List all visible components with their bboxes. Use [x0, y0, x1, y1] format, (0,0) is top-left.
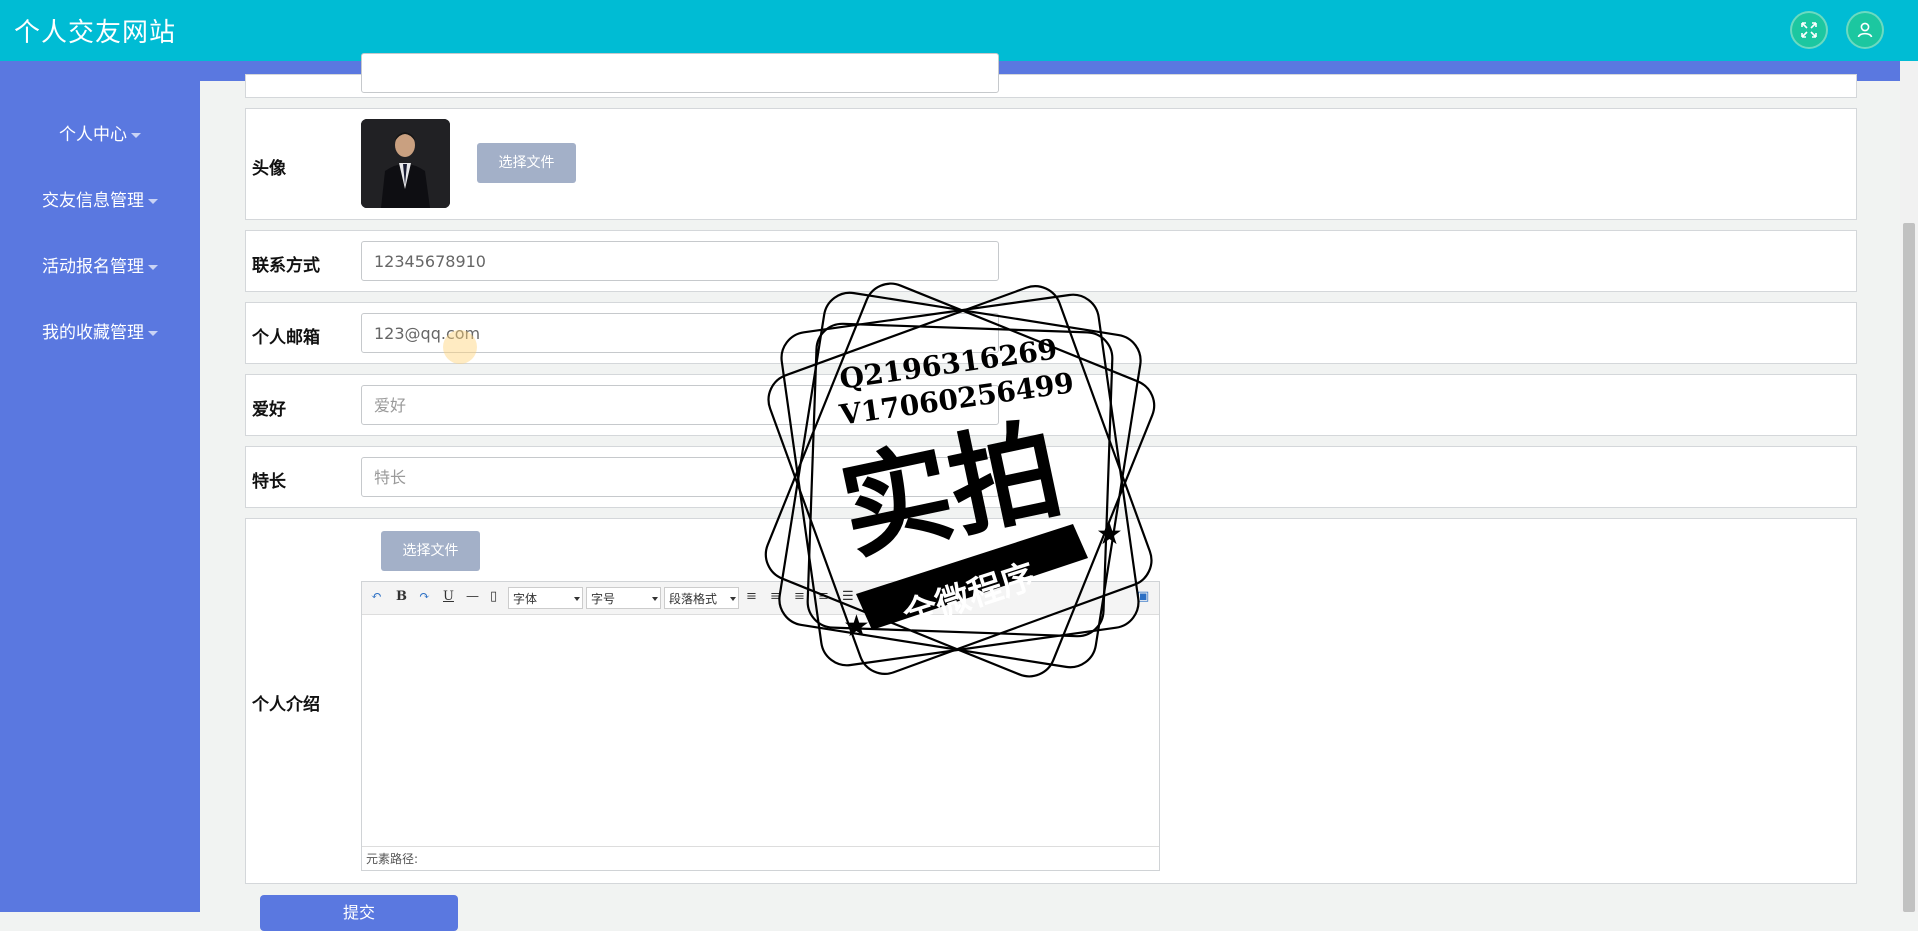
font-color-button[interactable]: A	[864, 589, 873, 604]
page-scrollbar[interactable]	[1900, 61, 1918, 912]
email-label: 个人邮箱	[252, 328, 320, 348]
specialty-label: 特长	[252, 472, 286, 492]
align-left-icon[interactable]: ≡	[746, 589, 757, 604]
paragraph-format-select[interactable]: 段落格式	[664, 587, 739, 609]
hobby-input[interactable]	[361, 385, 999, 425]
scrollbar-thumb[interactable]	[1903, 223, 1915, 912]
site-title: 个人交友网站	[14, 18, 177, 48]
form-row-avatar: 头像 选择文件	[245, 108, 1857, 220]
caret-down-icon	[148, 264, 158, 270]
list-icon[interactable]: ☰	[842, 589, 854, 604]
font-size-value: 字号	[591, 592, 616, 606]
font-family-value: 字体	[513, 592, 538, 606]
intro-label: 个人介绍	[252, 695, 320, 715]
paragraph-format-value: 段落格式	[669, 592, 718, 606]
sidebar-item-label: 活动报名管理	[42, 257, 144, 277]
editor-content-area[interactable]	[362, 615, 1159, 846]
fullscreen-editor-icon[interactable]: ▣	[1137, 589, 1149, 604]
redo-icon[interactable]: ↷	[419, 589, 430, 604]
form-row-hobby: 爱好	[245, 374, 1857, 436]
sidebar-item-event-signup[interactable]: 活动报名管理	[0, 252, 200, 277]
sidebar: 个人中心 交友信息管理 活动报名管理 我的收藏管理	[0, 61, 200, 912]
horizontal-rule-icon[interactable]: —	[466, 589, 479, 604]
specialty-input[interactable]	[361, 457, 999, 497]
sidebar-item-dating-info[interactable]: 交友信息管理	[0, 186, 200, 211]
editor-statusbar: 元素路径:	[362, 846, 1159, 870]
dropdown-arrow-icon	[730, 597, 736, 601]
cursor-highlight	[443, 330, 477, 364]
form-row-specialty: 特长	[245, 446, 1857, 508]
sidebar-item-label: 我的收藏管理	[42, 323, 144, 343]
form-row-email: 个人邮箱	[245, 302, 1857, 364]
avatar-photo	[361, 119, 450, 208]
submit-button[interactable]: 提交	[260, 895, 458, 931]
hobby-label: 爱好	[252, 400, 286, 420]
bold-button[interactable]: B	[396, 589, 407, 604]
caret-down-icon	[131, 132, 141, 138]
align-center-icon[interactable]: ≡	[770, 589, 781, 604]
dropdown-arrow-icon	[574, 597, 580, 601]
avatar-label: 头像	[252, 159, 286, 179]
contact-label: 联系方式	[252, 256, 320, 276]
page-icon[interactable]: ▯	[490, 589, 497, 604]
font-size-select[interactable]: 字号	[586, 587, 661, 609]
form-row-intro: 个人介绍 选择文件 ↶ B ↷ U — ▯ 字体 字号 段落格式 ≡ ≡ ≡ ≡…	[245, 518, 1857, 884]
align-justify-icon[interactable]: ≡	[818, 589, 829, 604]
user-icon	[1857, 22, 1873, 38]
avatar	[361, 119, 450, 208]
rich-text-editor: ↶ B ↷ U — ▯ 字体 字号 段落格式 ≡ ≡ ≡ ≡ ☰ A ▣ 元素路…	[361, 581, 1160, 871]
fullscreen-button[interactable]	[1790, 11, 1828, 49]
avatar-file-button[interactable]: 选择文件	[477, 143, 576, 183]
underline-button[interactable]: U	[443, 589, 454, 604]
top-header: 个人交友网站	[0, 0, 1918, 61]
sidebar-item-label: 交友信息管理	[42, 191, 144, 211]
align-right-icon[interactable]: ≡	[794, 589, 805, 604]
previous-field[interactable]	[361, 53, 999, 93]
sidebar-item-label: 个人中心	[59, 125, 127, 145]
contact-input[interactable]	[361, 241, 999, 281]
caret-down-icon	[148, 330, 158, 336]
undo-icon[interactable]: ↶	[371, 589, 382, 604]
intro-file-button[interactable]: 选择文件	[381, 531, 480, 571]
dropdown-arrow-icon	[652, 597, 658, 601]
sidebar-item-personal-center[interactable]: 个人中心	[0, 120, 200, 145]
caret-down-icon	[148, 198, 158, 204]
user-button[interactable]	[1846, 11, 1884, 49]
form-row-previous	[245, 53, 1857, 98]
form-row-contact: 联系方式	[245, 230, 1857, 292]
font-family-select[interactable]: 字体	[508, 587, 583, 609]
editor-toolbar: ↶ B ↷ U — ▯ 字体 字号 段落格式 ≡ ≡ ≡ ≡ ☰ A ▣	[362, 582, 1159, 615]
sidebar-item-favorites[interactable]: 我的收藏管理	[0, 318, 200, 343]
expand-icon	[1801, 22, 1817, 38]
